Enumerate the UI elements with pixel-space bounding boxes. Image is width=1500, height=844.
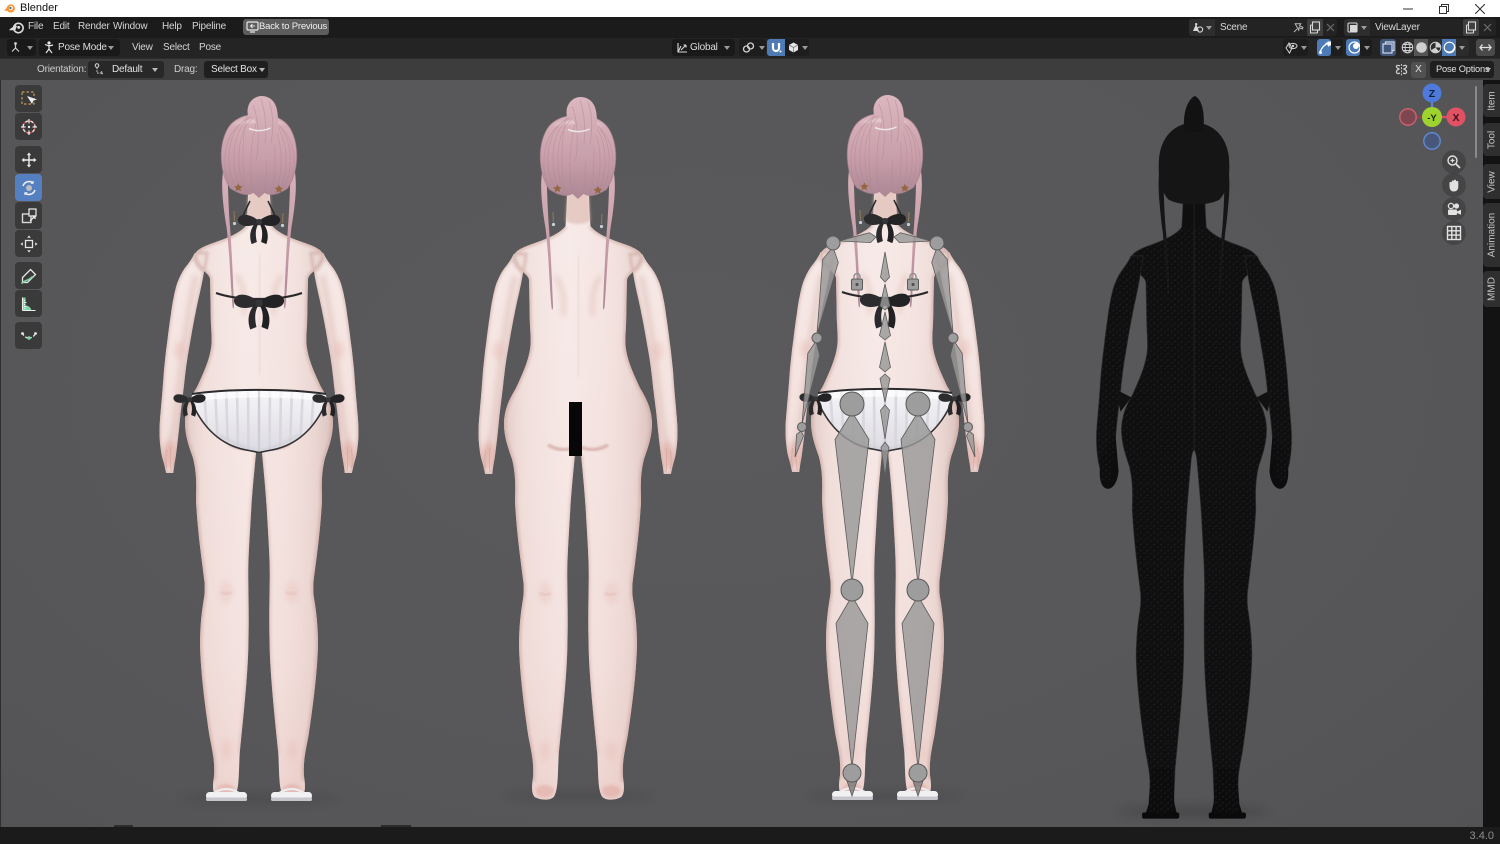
svg-text:-Y: -Y — [1427, 113, 1437, 124]
svg-text:Z: Z — [1429, 88, 1436, 100]
svg-text:X: X — [1452, 112, 1459, 124]
